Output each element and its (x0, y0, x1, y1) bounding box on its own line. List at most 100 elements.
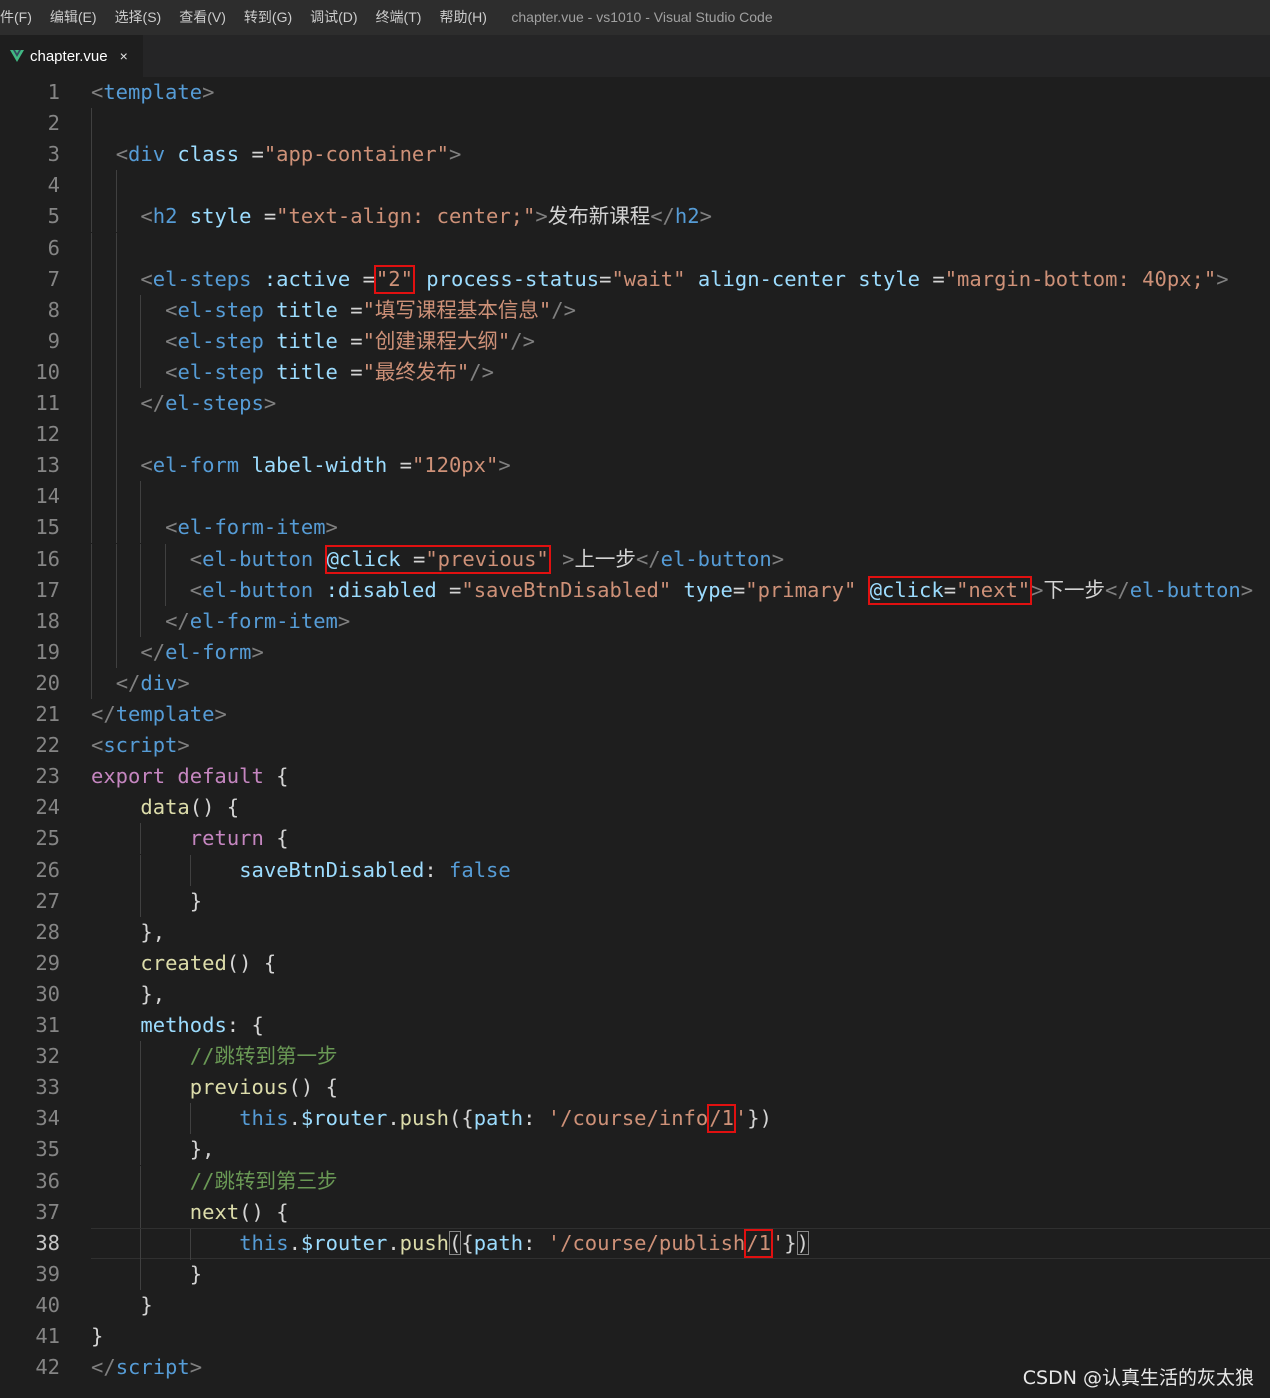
code-token: script (103, 733, 178, 758)
code-line[interactable]: 24 data() { (0, 792, 1270, 823)
code-line[interactable]: 18 </el-form-item> (0, 605, 1270, 637)
code-token: . (387, 1230, 400, 1255)
code-text: </script> (91, 1352, 202, 1383)
code-line[interactable]: 33 previous() { (0, 1072, 1270, 1104)
code-line[interactable]: 17 <el-button :disabled ="saveBtnDisabled… (0, 574, 1270, 606)
code-line[interactable]: 8 <el-step title ="填写课程基本信息"/> (0, 294, 1270, 326)
code-line[interactable]: 26 saveBtnDisabled: false (0, 854, 1270, 886)
code-line-area (91, 170, 1270, 202)
line-number: 36 (35, 1168, 60, 1193)
code-token: </ (635, 546, 661, 571)
code-line[interactable]: 39} (0, 1258, 1270, 1290)
code-line[interactable]: 30}, (0, 979, 1270, 1010)
indent-guide (115, 232, 117, 264)
code-token: "saveBtnDisabled" (461, 577, 672, 602)
code-text: <el-step title ="填写课程基本信息"/> (165, 295, 576, 326)
code-token: process-status (426, 266, 600, 291)
code-line[interactable]: 11 </el-steps> (0, 388, 1270, 419)
code-token: el-button (202, 546, 314, 571)
code-token: el-step (177, 359, 264, 384)
code-line[interactable]: 41} (0, 1321, 1270, 1352)
code-line[interactable]: 14 (0, 481, 1270, 513)
code-line[interactable]: 40} (0, 1290, 1270, 1321)
code-line[interactable]: 28}, (0, 917, 1270, 948)
code-token: path (473, 1106, 524, 1131)
code-token: = (350, 359, 363, 384)
code-line[interactable]: 29 created() { (0, 948, 1270, 979)
code-token: el-button (202, 577, 314, 602)
code-line[interactable]: 31 methods: { (0, 1010, 1270, 1041)
code-token: h2 (152, 204, 178, 229)
code-line[interactable]: 21 </template> (0, 699, 1270, 730)
code-line[interactable]: 10 <el-step title ="最终发布"/> (0, 356, 1270, 388)
line-number: 22 (35, 733, 60, 758)
code-line[interactable]: 19 </el-form> (0, 636, 1270, 668)
code-token: > (771, 546, 785, 571)
line-number: 30 (35, 981, 60, 1006)
code-token: class (177, 142, 240, 167)
code-line[interactable]: 38 this.$router.push({path: '/course/publ… (0, 1227, 1270, 1260)
code-line[interactable]: 1 <template> (0, 77, 1270, 108)
code-token: ({ (449, 1106, 474, 1131)
menu-terminal[interactable]: 终端(T) (368, 0, 432, 35)
menu-edit[interactable]: 编辑(E) (42, 0, 107, 35)
code-line[interactable]: 36 //跳转到第三步 (0, 1165, 1270, 1197)
code-editor[interactable]: 1 <template> 2 3 <div class ="app-container"… (0, 77, 1270, 1398)
code-line[interactable]: 20 </div> (0, 667, 1270, 699)
code-line[interactable]: 23 export default { (0, 761, 1270, 792)
code-token: methods (140, 1013, 227, 1037)
code-line-area (91, 917, 1270, 948)
indent-guide (140, 823, 142, 855)
code-line[interactable]: 35}, (0, 1134, 1270, 1166)
menu-selection[interactable]: 选择(S) (107, 0, 172, 35)
menu-debug[interactable]: 调试(D) (302, 0, 367, 35)
menu-goto[interactable]: 转到(G) (236, 0, 302, 35)
code-line[interactable]: 15 <el-form-item> (0, 512, 1270, 544)
code-line[interactable]: 3 <div class ="app-container"> (0, 139, 1270, 171)
menu-help[interactable]: 帮助(H) (431, 0, 496, 35)
code-line[interactable]: 32 //跳转到第一步 (0, 1041, 1270, 1073)
code-line-area (91, 1258, 1270, 1290)
line-number: 31 (35, 1013, 60, 1037)
line-number: 15 (35, 515, 60, 540)
code-token: ' (771, 1230, 785, 1255)
code-line[interactable]: 22 <script> (0, 730, 1270, 761)
code-token: > (562, 546, 575, 571)
code-line[interactable]: 34 this.$router.push({path: '/course/info… (0, 1103, 1270, 1135)
code-line[interactable]: 12 (0, 419, 1270, 451)
code-line[interactable]: 2 (0, 108, 1270, 140)
indent-guide (91, 481, 92, 513)
code-token: "app-container" (263, 142, 449, 167)
code-token: } (189, 1261, 203, 1286)
code-line[interactable]: 27} (0, 885, 1270, 917)
code-line[interactable]: 37 next() { (0, 1196, 1270, 1228)
code-line[interactable]: 13 <el-form label-width ="120px"> (0, 450, 1270, 482)
code-token: > (189, 1355, 203, 1380)
code-token: }, (189, 1137, 215, 1162)
code-line-area (91, 77, 1270, 108)
code-line[interactable]: 6 (0, 232, 1270, 264)
code-line[interactable]: 5 <h2 style ="text-align: center;">发布新课程<… (0, 201, 1270, 233)
code-token: < (165, 359, 178, 384)
menu-file[interactable]: 件(F) (0, 0, 42, 35)
close-icon[interactable]: × (120, 48, 128, 64)
menu-view[interactable]: 查看(V) (171, 0, 236, 35)
code-line[interactable]: 9 <el-step title ="创建课程大纲"/> (0, 325, 1270, 357)
code-token: ' (734, 1106, 748, 1131)
tab-chapter-vue[interactable]: chapter.vue × (0, 35, 143, 77)
code-text: </el-form-item> (165, 606, 350, 637)
code-token: > (177, 670, 190, 695)
code-line[interactable]: 7 <el-steps :active ="2" process-status="… (0, 263, 1270, 295)
indent-guide (140, 605, 142, 637)
code-line[interactable]: 25 return { (0, 823, 1270, 855)
indent-guide (115, 543, 117, 575)
code-text: <el-button :disabled ="saveBtnDisabled" … (190, 575, 1253, 606)
code-line-area (91, 979, 1270, 1010)
line-number: 41 (35, 1324, 60, 1348)
code-line[interactable]: 16 <el-button @click ="previous" >上一步</el… (0, 543, 1270, 575)
indent-guide (115, 419, 117, 451)
indent-guide (91, 667, 92, 699)
code-token: /> (469, 359, 494, 384)
code-line[interactable]: 4 (0, 170, 1270, 202)
line-number: 25 (35, 826, 60, 851)
